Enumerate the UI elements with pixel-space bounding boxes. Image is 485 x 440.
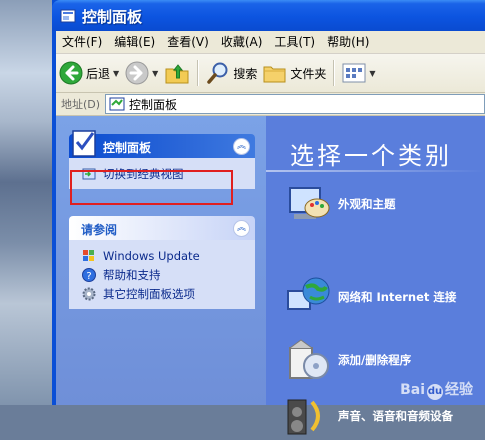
views-button[interactable]: ▼	[339, 57, 378, 89]
toolbar: 后退 ▼ ▼ 搜索 文件夹 ▼	[56, 54, 485, 93]
chevron-down-icon[interactable]: ▼	[152, 69, 158, 78]
address-label: 地址(D)	[61, 98, 101, 111]
category-label: 声音、语音和音频设备	[338, 409, 453, 423]
category-appearance[interactable]: 外观和主题	[284, 180, 396, 228]
appearance-themes-icon	[289, 187, 330, 219]
window-client: 文件(F) 编辑(E) 查看(V) 收藏(A) 工具(T) 帮助(H) 后退 ▼	[56, 31, 485, 435]
chevron-down-icon[interactable]: ▼	[369, 69, 375, 78]
control-panel-icon	[60, 9, 76, 23]
network-internet-icon	[287, 277, 330, 310]
menu-tools[interactable]: 工具(T)	[268, 32, 321, 52]
panel-body: Windows Update ? 帮助和支持 其它控制面板选项	[69, 240, 255, 309]
folder-icon	[263, 66, 286, 83]
menu-view[interactable]: 查看(V)	[161, 32, 215, 52]
explorer-window: 控制面板 文件(F) 编辑(E) 查看(V) 收藏(A) 工具(T) 帮助(H)…	[52, 0, 485, 435]
control-panel-checklist-icon	[72, 130, 96, 157]
windows-update-icon	[83, 249, 94, 261]
address-bar: 地址(D) 控制面板	[56, 93, 485, 116]
baidu-watermark: Bai du 经验	[400, 379, 473, 400]
panel-title: 控制面板	[103, 141, 152, 155]
category-add-remove-programs[interactable]: 添加/删除程序	[284, 336, 411, 384]
folders-button[interactable]: 文件夹	[260, 57, 329, 89]
search-button[interactable]: 搜索	[203, 57, 260, 89]
category-network-internet[interactable]: 网络和 Internet 连接	[284, 273, 456, 321]
search-icon	[207, 62, 228, 84]
folders-label: 文件夹	[290, 66, 327, 81]
category-heading: 选择一个类别	[290, 142, 452, 170]
category-label: 添加/删除程序	[338, 353, 412, 367]
back-arrow-icon	[59, 61, 83, 85]
windows-update-label: Windows Update	[103, 248, 200, 263]
back-label: 后退	[86, 66, 111, 81]
collapse-icon[interactable]: ︽	[233, 220, 250, 237]
heading-divider	[266, 170, 485, 172]
help-icon: ?	[82, 267, 96, 282]
control-panel-icon	[109, 97, 125, 111]
search-label: 搜索	[233, 66, 258, 81]
title-bar[interactable]: 控制面板	[52, 0, 485, 31]
help-support-link[interactable]: ? 帮助和支持	[69, 265, 255, 284]
windows-update-link[interactable]: Windows Update	[69, 246, 255, 265]
help-support-label: 帮助和支持	[103, 267, 161, 282]
chevron-down-icon[interactable]: ▼	[113, 69, 119, 78]
red-highlight-box	[70, 170, 233, 205]
toolbar-separator	[197, 60, 200, 86]
watermark-text: Bai	[400, 382, 425, 398]
menu-edit[interactable]: 编辑(E)	[108, 32, 161, 52]
content-area: 控制面板 ︽ 切换到经典视图 请参阅 ︽ Windows Update ? 帮助…	[56, 116, 485, 435]
watermark-text-2: 经验	[445, 382, 473, 398]
paw-icon: du	[427, 384, 443, 400]
address-input[interactable]: 控制面板	[105, 94, 485, 114]
category-label: 外观和主题	[338, 197, 396, 211]
svg-text:?: ?	[86, 271, 91, 282]
desktop-background	[0, 0, 52, 405]
panel-header[interactable]: 控制面板 ︽	[69, 130, 255, 158]
views-grid-icon	[342, 63, 366, 83]
add-remove-programs-icon	[289, 339, 329, 379]
forward-arrow-icon	[125, 61, 149, 85]
category-label: 网络和 Internet 连接	[338, 290, 457, 304]
address-value: 控制面板	[129, 97, 178, 112]
panel-title: 请参阅	[81, 223, 118, 237]
menu-help[interactable]: 帮助(H)	[321, 32, 375, 52]
panel-header[interactable]: 请参阅 ︽	[69, 216, 255, 240]
collapse-icon[interactable]: ︽	[233, 138, 250, 155]
category-pane: 选择一个类别 外观和主题 网络和 Internet 连接 添加/删除程序 声音、…	[266, 116, 485, 435]
menu-favorites[interactable]: 收藏(A)	[215, 32, 269, 52]
window-title: 控制面板	[82, 8, 143, 26]
sounds-audio-icon	[287, 399, 320, 435]
menu-bar: 文件(F) 编辑(E) 查看(V) 收藏(A) 工具(T) 帮助(H)	[56, 31, 485, 54]
task-pane: 控制面板 ︽ 切换到经典视图 请参阅 ︽ Windows Update ? 帮助…	[56, 116, 266, 405]
gear-icon	[82, 287, 96, 300]
up-folder-button[interactable]	[161, 57, 193, 89]
up-folder-icon	[165, 64, 189, 84]
other-options-link[interactable]: 其它控制面板选项	[69, 284, 255, 303]
back-button[interactable]: 后退 ▼	[56, 57, 122, 89]
toolbar-separator	[333, 60, 336, 86]
forward-button[interactable]: ▼	[122, 57, 161, 89]
see-also-panel: 请参阅 ︽ Windows Update ? 帮助和支持 其它控制面板选项	[69, 216, 255, 309]
other-options-label: 其它控制面板选项	[103, 286, 195, 301]
menu-file[interactable]: 文件(F)	[56, 32, 108, 52]
